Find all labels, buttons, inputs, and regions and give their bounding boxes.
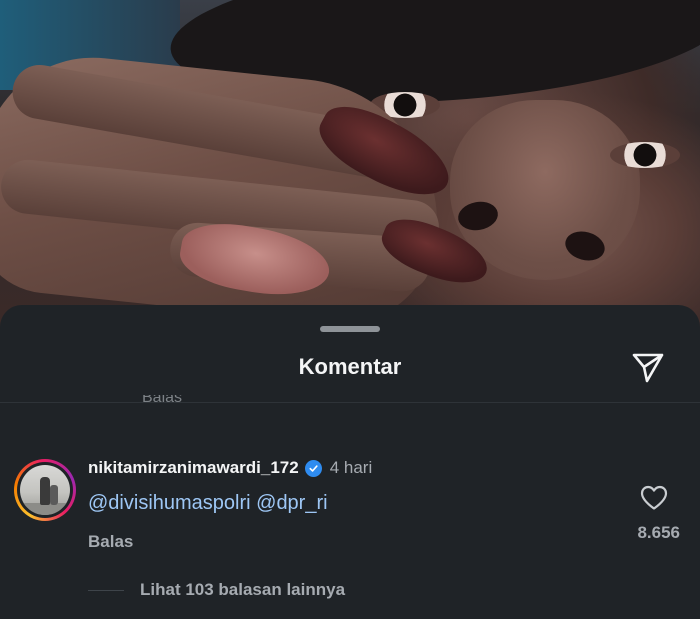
replies-divider xyxy=(88,589,124,591)
sheet-drag-handle[interactable] xyxy=(320,326,380,332)
like-count: 8.656 xyxy=(637,523,680,542)
avatar-image xyxy=(20,465,70,515)
header-divider xyxy=(0,402,700,403)
avatar[interactable] xyxy=(14,459,76,521)
reply-button[interactable]: Balas xyxy=(88,532,133,552)
heart-icon[interactable] xyxy=(638,483,670,513)
comments-sheet: Komentar Balas nikitamirzanimawardi_172 xyxy=(0,305,700,619)
comment-username[interactable]: nikitamirzanimawardi_172 xyxy=(88,458,299,478)
comment-text[interactable]: @divisihumaspolri @dpr_ri xyxy=(88,492,328,515)
sheet-title: Komentar xyxy=(298,354,402,379)
comment-time: 4 hari xyxy=(329,458,373,477)
send-icon[interactable] xyxy=(628,347,668,387)
view-replies-button[interactable]: Lihat 103 balasan lainnya xyxy=(88,580,345,600)
previous-reply-link[interactable]: Balas xyxy=(142,395,182,407)
verified-badge-icon xyxy=(304,459,322,477)
comment-header: nikitamirzanimawardi_172 4 hari xyxy=(88,458,372,478)
background-photo xyxy=(0,0,700,330)
view-replies-label[interactable]: Lihat 103 balasan lainnya xyxy=(140,580,345,600)
